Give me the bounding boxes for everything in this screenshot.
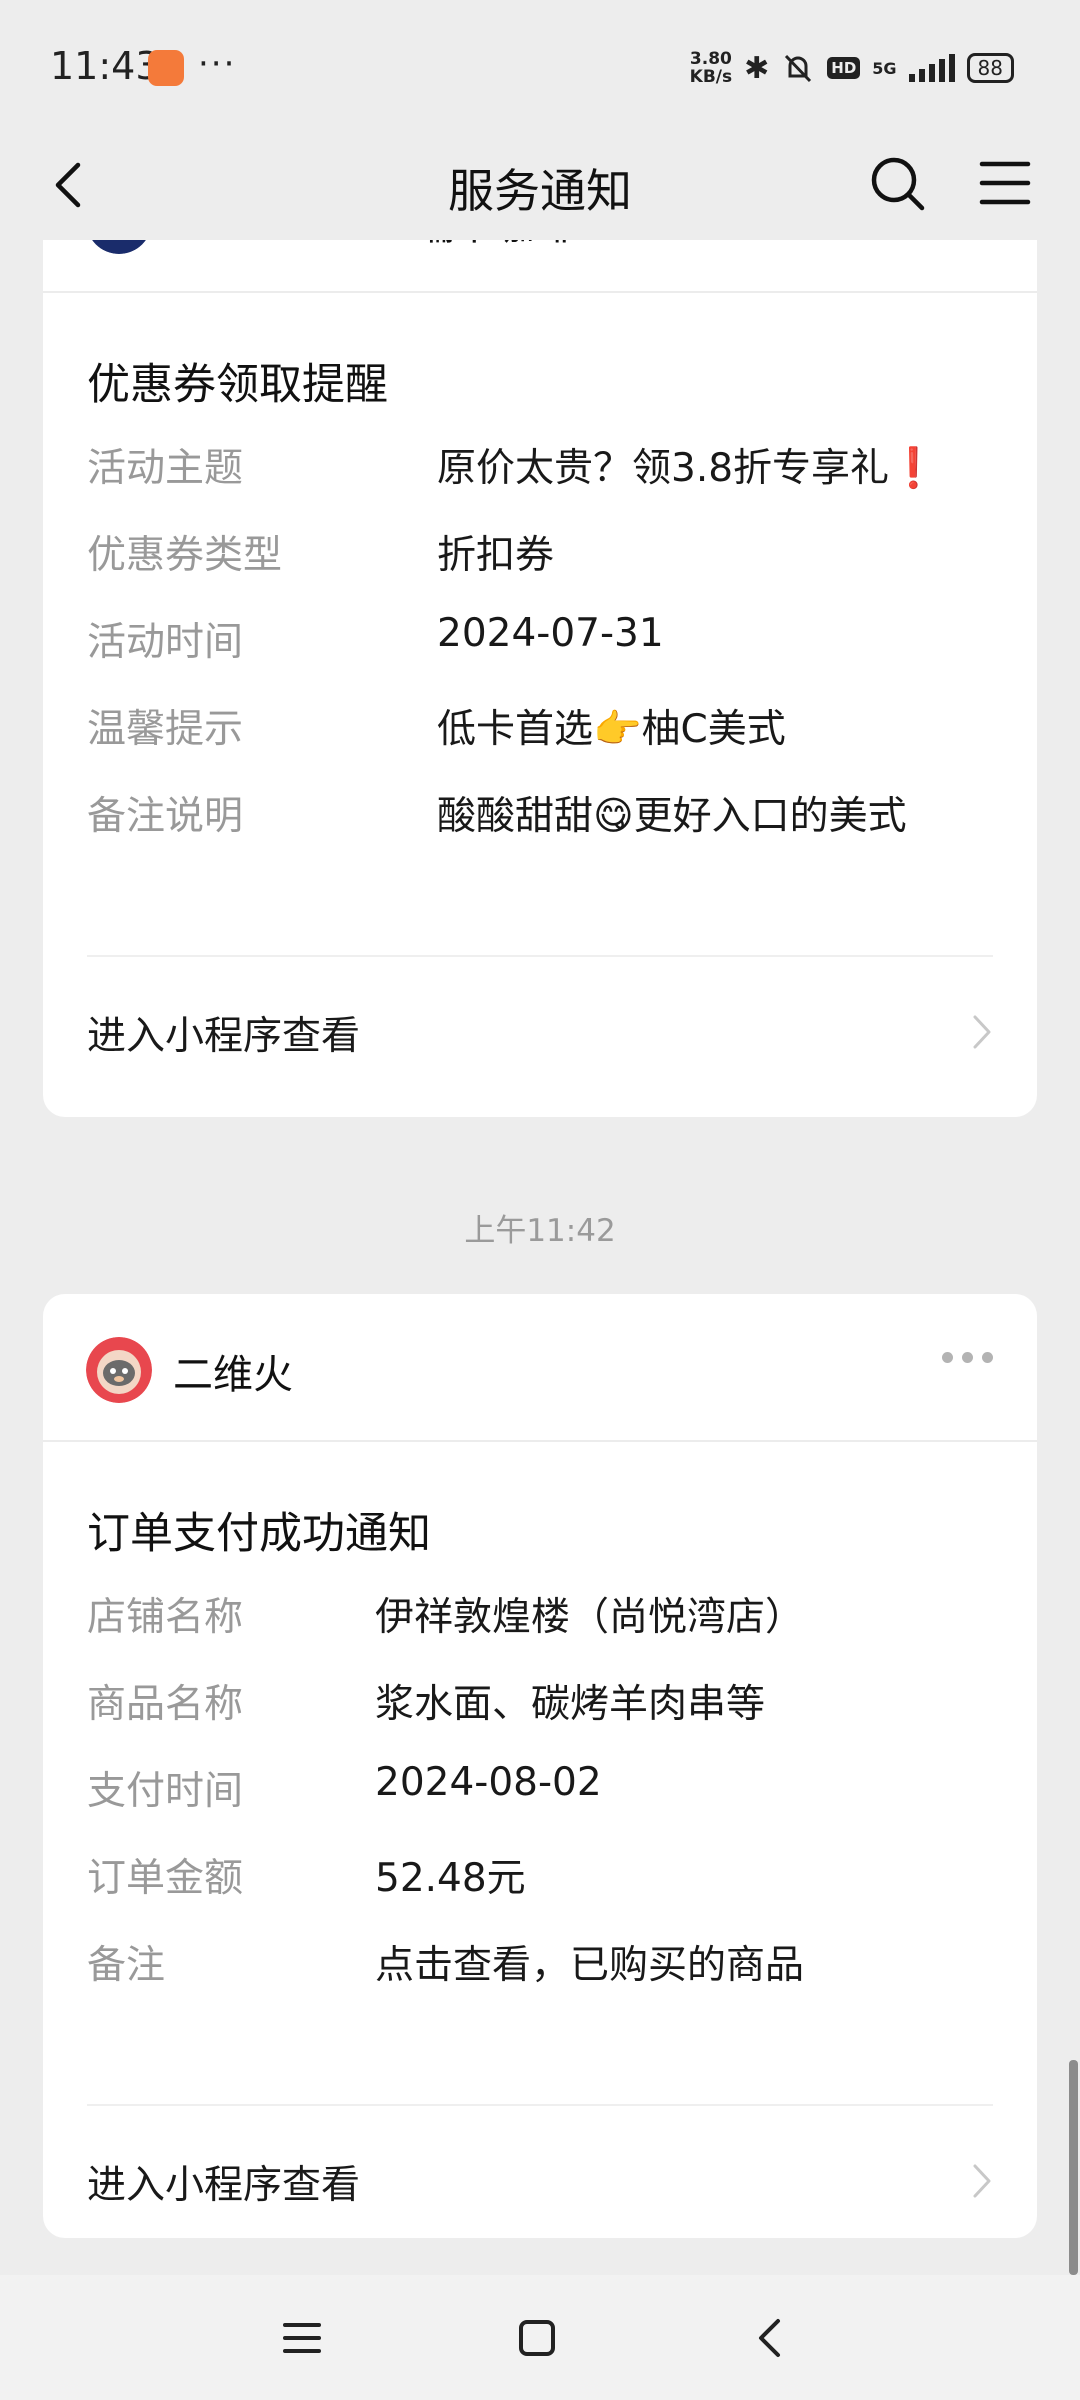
status-more-indicator: ···	[198, 44, 237, 84]
notification-card-erweihuo[interactable]: 二维火 订单支付成功通知 店铺名称 伊祥敦煌楼（尚悦湾店） 商品名称 浆水面、碳…	[43, 1294, 1037, 2238]
message-list[interactable]: luckincoffee瑞幸咖啡 优惠券领取提醒 活动主题 原价太贵？领3.8折…	[0, 240, 1080, 2270]
luckin-logo-icon	[92, 240, 146, 254]
open-miniprogram-label: 进入小程序查看	[87, 2163, 361, 2208]
card-header[interactable]: 二维火	[43, 1294, 1037, 1442]
more-options-icon[interactable]	[942, 1352, 993, 1363]
signal-bars-icon	[908, 54, 955, 82]
status-time: 11:43	[50, 44, 160, 88]
notification-card-luckin[interactable]: luckincoffee瑞幸咖啡 优惠券领取提醒 活动主题 原价太贵？领3.8折…	[43, 240, 1037, 1117]
row-value: 折扣券	[437, 533, 555, 578]
row-label: 订单金额	[87, 1856, 244, 1901]
message-timestamp: 上午11:42	[464, 1213, 616, 1249]
row-value: 伊祥敦煌楼（尚悦湾店）	[375, 1595, 805, 1640]
home-icon[interactable]	[512, 2313, 562, 2363]
network-speed: 3.80 KB/s	[690, 50, 732, 86]
search-icon[interactable]	[862, 148, 932, 218]
card-header[interactable]: luckincoffee瑞幸咖啡	[43, 240, 1037, 293]
battery-indicator: 88	[966, 53, 1014, 83]
chevron-right-icon	[973, 1015, 991, 1049]
hamburger-menu-icon[interactable]	[970, 148, 1040, 218]
status-icons: 3.80 KB/s ✱ HD 5G 88	[690, 48, 1014, 88]
row-value: 低卡首选👉柚C美式	[437, 707, 786, 752]
scrollbar[interactable]	[1069, 2060, 1078, 2275]
row-value: 2024-08-02	[375, 1760, 602, 1805]
hd-badge: HD	[827, 57, 861, 79]
recent-apps-icon[interactable]	[277, 2313, 327, 2363]
orange-app-icon	[148, 50, 184, 86]
chevron-right-icon	[973, 2164, 991, 2198]
row-label: 店铺名称	[87, 1595, 244, 1640]
account-name[interactable]: luckincoffee瑞幸咖啡	[173, 240, 574, 251]
bell-muted-icon	[785, 54, 812, 83]
row-label: 优惠券类型	[87, 533, 283, 578]
open-miniprogram-label: 进入小程序查看	[87, 1014, 361, 1059]
top-navbar: 服务通知	[0, 130, 1080, 240]
row-label: 备注说明	[87, 794, 244, 839]
open-miniprogram-button[interactable]: 进入小程序查看	[87, 991, 993, 1071]
status-bar: 11:43 ··· 3.80 KB/s ✱ HD 5G 88	[0, 0, 1080, 130]
row-value: 2024-07-31	[437, 611, 664, 656]
card-title: 优惠券领取提醒	[87, 360, 388, 410]
divider	[87, 2104, 993, 2106]
divider	[87, 955, 993, 957]
row-label: 支付时间	[87, 1769, 244, 1814]
open-miniprogram-button[interactable]: 进入小程序查看	[87, 2140, 993, 2220]
network-speed-value: 3.80	[689, 49, 732, 69]
row-value: 浆水面、碳烤羊肉串等	[375, 1682, 766, 1727]
bluetooth-icon: ✱	[744, 50, 770, 86]
row-label: 备注	[87, 1943, 166, 1988]
row-value: 原价太贵？领3.8折专享礼❗	[437, 446, 938, 491]
card-title: 订单支付成功通知	[87, 1509, 431, 1559]
system-nav-bar	[0, 2275, 1080, 2400]
network-type: 5G	[872, 58, 897, 78]
row-value: 酸酸甜甜😋更好入口的美式	[437, 794, 907, 839]
row-value: 点击查看，已购买的商品	[375, 1943, 805, 1988]
erweihuo-avatar-icon	[86, 1337, 152, 1403]
network-speed-unit: KB/s	[689, 67, 733, 87]
row-value: 52.48元	[375, 1856, 526, 1901]
row-label: 温馨提示	[87, 707, 244, 752]
back-icon[interactable]	[746, 2313, 796, 2363]
row-label: 活动主题	[87, 446, 244, 491]
row-label: 商品名称	[87, 1682, 244, 1727]
row-label: 活动时间	[87, 620, 244, 665]
account-name[interactable]: 二维火	[173, 1342, 293, 1400]
